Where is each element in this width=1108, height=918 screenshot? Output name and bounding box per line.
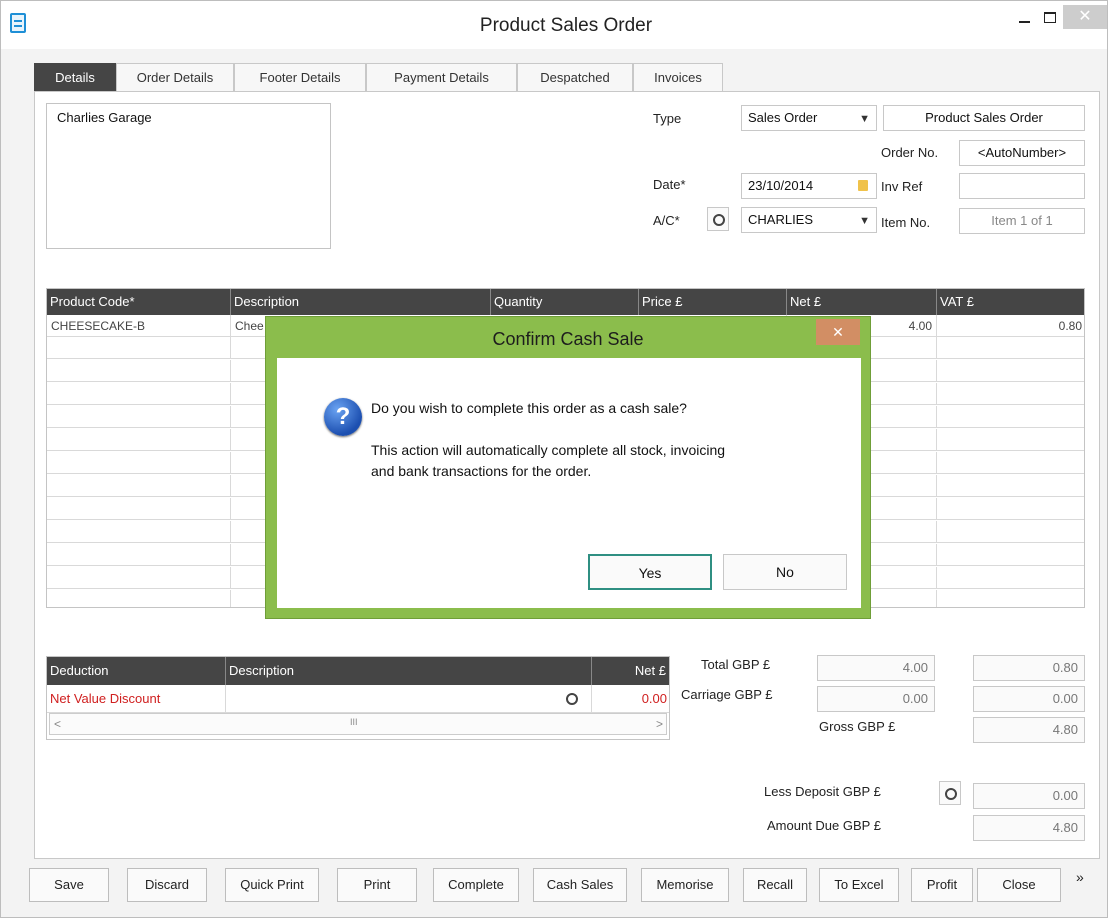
col-description[interactable]: Description	[230, 289, 490, 315]
dialog-body: ? Do you wish to complete this order as …	[277, 358, 861, 608]
scroll-thumb-grip[interactable]: III	[350, 717, 358, 727]
deduction-net: 0.00	[641, 691, 667, 706]
dialog-title: Confirm Cash Sale	[492, 329, 644, 349]
deposit-label: Less Deposit GBP £	[764, 784, 881, 799]
to-excel-button[interactable]: To Excel	[819, 868, 899, 902]
scroll-left-icon[interactable]: <	[54, 717, 61, 731]
deduction-lookup-icon[interactable]	[561, 687, 583, 711]
item-no-field: Item 1 of 1	[959, 208, 1085, 234]
amount-due-field: 4.80	[973, 815, 1085, 841]
tab-despatched[interactable]: Despatched	[517, 63, 633, 91]
tab-invoices[interactable]: Invoices	[633, 63, 723, 91]
total-vat-field: 0.80	[973, 655, 1085, 681]
memorise-button[interactable]: Memorise	[641, 868, 729, 902]
ac-label: A/C*	[653, 213, 680, 228]
col-vat[interactable]: VAT £	[936, 289, 1084, 315]
quick-print-button[interactable]: Quick Print	[225, 868, 319, 902]
scroll-right-icon[interactable]: >	[656, 717, 663, 731]
cell-vat[interactable]: 0.80	[936, 315, 1084, 337]
gross-field: 4.80	[973, 717, 1085, 743]
customer-address-box[interactable]: Charlies Garage	[46, 103, 331, 249]
horizontal-scrollbar[interactable]: < III >	[49, 713, 667, 735]
minimize-icon[interactable]	[1013, 7, 1037, 29]
close-button[interactable]: Close	[977, 868, 1061, 902]
cash-sales-button[interactable]: Cash Sales	[533, 868, 627, 902]
type-select[interactable]: Sales Order ▼	[741, 105, 877, 131]
col-quantity[interactable]: Quantity	[490, 289, 638, 315]
item-no-label: Item No.	[881, 215, 931, 230]
chevron-down-icon: ▼	[859, 215, 870, 227]
dialog-question: Do you wish to complete this order as a …	[371, 400, 687, 416]
order-no-field[interactable]: <AutoNumber>	[959, 140, 1085, 166]
discard-button[interactable]: Discard	[127, 868, 207, 902]
confirm-cash-sale-dialog: Confirm Cash Sale ? Do you wish to compl…	[265, 316, 871, 619]
deduction-name: Net Value Discount	[50, 691, 161, 706]
carriage-label: Carriage GBP £	[681, 687, 773, 702]
no-button[interactable]: No	[723, 554, 847, 590]
account-lookup-icon[interactable]	[707, 207, 729, 231]
col-price[interactable]: Price £	[638, 289, 786, 315]
question-icon: ?	[324, 398, 362, 436]
window-title: Product Sales Order	[479, 15, 653, 36]
recall-button[interactable]: Recall	[743, 868, 807, 902]
order-no-label: Order No.	[881, 145, 939, 160]
tab-order-details[interactable]: Order Details	[116, 63, 234, 91]
col-deduction[interactable]: Deduction	[47, 657, 225, 685]
overflow-chevron-icon[interactable]: »	[1076, 869, 1084, 885]
customer-address: Charlies Garage	[57, 110, 152, 125]
complete-button[interactable]: Complete	[433, 868, 519, 902]
total-label: Total GBP £	[701, 657, 771, 672]
date-field[interactable]: 23/10/2014	[741, 173, 877, 199]
date-value: 23/10/2014	[748, 178, 814, 193]
chevron-down-icon: ▼	[859, 113, 870, 125]
save-button[interactable]: Save	[29, 868, 109, 902]
carriage-net-field[interactable]: 0.00	[817, 686, 935, 712]
window-close-button[interactable]: ✕	[1063, 5, 1107, 29]
dialog-close-button[interactable]: ✕	[816, 319, 860, 345]
account-value: CHARLIES	[748, 212, 814, 227]
date-label: Date*	[653, 177, 686, 192]
yes-button[interactable]: Yes	[588, 554, 712, 590]
title-bar: Product Sales Order ✕	[1, 1, 1107, 49]
window: Product Sales Order ✕ Details Order Deta…	[0, 0, 1108, 918]
type-label: Type	[653, 111, 682, 126]
tab-footer-details[interactable]: Footer Details	[234, 63, 366, 91]
deposit-lookup-icon[interactable]	[939, 781, 961, 805]
gross-label: Gross GBP £	[819, 719, 896, 734]
product-grid-header: Product Code* Description Quantity Price…	[47, 289, 1084, 315]
account-select[interactable]: CHARLIES ▼	[741, 207, 877, 233]
total-net-field: 4.00	[817, 655, 935, 681]
cell-product-code[interactable]: CHEESECAKE-B	[47, 315, 230, 337]
deposit-field: 0.00	[973, 783, 1085, 809]
order-type-display: Product Sales Order	[883, 105, 1085, 131]
col-net[interactable]: Net £	[786, 289, 936, 315]
col-product-code[interactable]: Product Code*	[47, 289, 230, 315]
profit-button[interactable]: Profit	[911, 868, 973, 902]
amount-due-label: Amount Due GBP £	[767, 818, 881, 833]
print-button[interactable]: Print	[337, 868, 417, 902]
table-row[interactable]: Net Value Discount 0.00	[47, 685, 669, 713]
deduction-grid[interactable]: Deduction Description Net £ Net Value Di…	[46, 656, 670, 740]
calendar-icon[interactable]	[858, 180, 868, 191]
inv-ref-label: Inv Ref	[881, 179, 923, 194]
carriage-vat-field[interactable]: 0.00	[973, 686, 1085, 712]
dialog-detail-line2: and bank transactions for the order.	[371, 463, 592, 479]
tab-payment-details[interactable]: Payment Details	[366, 63, 517, 91]
inv-ref-field[interactable]	[959, 173, 1085, 199]
maximize-icon[interactable]	[1037, 7, 1061, 29]
col-deduction-description[interactable]: Description	[225, 657, 591, 685]
type-value: Sales Order	[748, 110, 818, 125]
col-deduction-net[interactable]: Net £	[591, 657, 669, 685]
dialog-detail-line1: This action will automatically complete …	[371, 442, 726, 458]
tab-details[interactable]: Details	[34, 63, 116, 91]
